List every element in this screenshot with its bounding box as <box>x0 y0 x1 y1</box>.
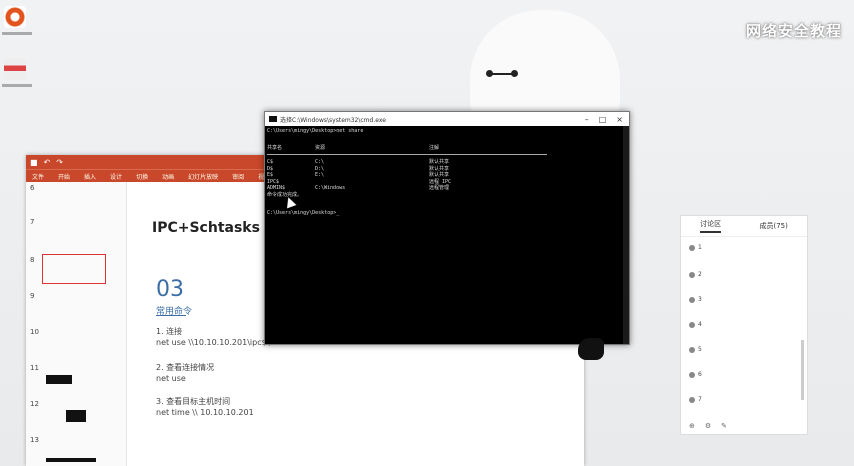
add-icon[interactable]: ⊕ <box>689 422 695 430</box>
edit-icon[interactable]: ✎ <box>721 422 727 430</box>
cmd-cell: ADMIN$ <box>267 185 286 191</box>
slide-number[interactable]: 6 <box>30 184 34 192</box>
desktop-app-icon[interactable] <box>4 6 26 28</box>
bullet-text[interactable]: 3. 查看目标主机时间 <box>156 396 230 407</box>
desktop-icon-label <box>2 32 32 35</box>
thumbnail-preview <box>46 458 96 462</box>
thumbnail-preview <box>46 375 72 384</box>
tab-members[interactable]: 成员(75) <box>759 221 787 231</box>
cmd-cell: D$ <box>267 165 274 172</box>
save-icon[interactable]: ■ <box>30 158 38 167</box>
redo-icon[interactable]: ↷ <box>56 158 63 167</box>
chat-item[interactable]: 5 <box>689 346 702 353</box>
cmd-header: 注解 <box>429 144 440 151</box>
cmd-titlebar[interactable]: 选择C:\Windows\system32\cmd.exe – □ × <box>265 112 629 126</box>
user-avatar-icon <box>689 371 695 378</box>
section-number[interactable]: 03 <box>156 277 184 302</box>
selected-slide-thumbnail[interactable] <box>42 254 106 284</box>
settings-icon[interactable]: ⚙ <box>705 422 711 430</box>
ribbon-tab[interactable]: 幻灯片放映 <box>188 172 218 181</box>
bullet-text[interactable]: net use \\10.10.10.201\ipc$ /u <box>156 338 277 347</box>
cmd-header: 资源 <box>315 144 326 151</box>
close-icon[interactable]: × <box>616 115 623 124</box>
slide-number[interactable]: 8 <box>30 256 34 264</box>
maximize-icon[interactable]: □ <box>599 115 607 124</box>
cmd-cell: IPC$ <box>267 178 280 185</box>
user-avatar-icon <box>689 244 695 251</box>
chat-item[interactable]: 3 <box>689 296 702 303</box>
minimize-icon[interactable]: – <box>585 115 589 124</box>
watermark-text: 网络安全教程 <box>745 22 842 40</box>
cmd-prompt[interactable]: C:\Users\mingy\Desktop>_ <box>267 210 625 217</box>
bullet-text[interactable]: net use <box>156 374 186 383</box>
bullet-text[interactable]: 2. 查看连接情况 <box>156 362 214 373</box>
cmd-window[interactable]: 选择C:\Windows\system32\cmd.exe – □ × C:\U… <box>264 111 630 345</box>
slide-number[interactable]: 7 <box>30 218 34 226</box>
ribbon-tab[interactable]: 审阅 <box>232 172 244 181</box>
bullet-text[interactable]: 1. 连接 <box>156 326 182 337</box>
chat-item[interactable]: 4 <box>689 321 702 328</box>
user-avatar-icon <box>689 346 695 353</box>
ribbon-tab[interactable]: 插入 <box>84 172 96 181</box>
user-avatar-icon <box>689 396 695 403</box>
hand-silhouette <box>578 338 604 360</box>
chat-side-panel[interactable]: 讨论区 成员(75) 1 2 3 4 5 6 7 ⊕ ⚙ ✎ <box>680 215 808 435</box>
slide-number[interactable]: 9 <box>30 292 34 300</box>
wallpaper-line <box>491 73 513 75</box>
ribbon-tab[interactable]: 开始 <box>58 172 70 181</box>
subtitle-underline <box>156 315 186 316</box>
undo-icon[interactable]: ↶ <box>44 158 51 167</box>
cmd-cell: E$ <box>267 172 274 178</box>
slide-number[interactable]: 12 <box>30 400 39 408</box>
ribbon-tab[interactable]: 设计 <box>110 172 122 181</box>
side-scrollbar[interactable] <box>801 340 804 400</box>
slide-number[interactable]: 13 <box>30 436 39 444</box>
chat-item[interactable]: 1 <box>689 244 702 251</box>
slide-thumbnails[interactable]: 6 7 8 9 10 11 12 13 <box>26 182 127 466</box>
ribbon-tab[interactable]: 切换 <box>136 172 148 181</box>
cmd-header-row: 共享名 资源 注解 <box>267 145 625 152</box>
chat-item[interactable]: 6 <box>689 371 702 378</box>
cmd-header: 共享名 <box>267 144 283 151</box>
cmd-icon <box>269 116 277 122</box>
side-footer: ⊕ ⚙ ✎ <box>689 422 799 430</box>
chat-item[interactable]: 7 <box>689 396 702 403</box>
user-avatar-icon <box>689 296 695 303</box>
user-avatar-icon <box>689 321 695 328</box>
cmd-scrollbar[interactable] <box>623 126 629 344</box>
ribbon-tab[interactable]: 文件 <box>32 172 44 181</box>
chat-item[interactable]: 2 <box>689 271 702 278</box>
thumbnail-preview <box>66 410 86 422</box>
cmd-title: 选择C:\Windows\system32\cmd.exe <box>280 116 386 124</box>
cmd-separator <box>267 154 547 155</box>
desktop-icon-label <box>2 84 32 87</box>
desktop-shortcut-icon[interactable] <box>4 58 26 80</box>
user-avatar-icon <box>689 271 695 278</box>
slide-number[interactable]: 11 <box>30 364 39 372</box>
ribbon-tab[interactable]: 动画 <box>162 172 174 181</box>
slide-title[interactable]: IPC+Schtasks <box>142 208 260 236</box>
cmd-cell: C$ <box>267 159 274 165</box>
slide-number[interactable]: 10 <box>30 328 39 336</box>
bullet-text[interactable]: net time \\ 10.10.10.201 <box>156 408 254 417</box>
tab-discussion[interactable]: 讨论区 <box>700 219 722 233</box>
cmd-output[interactable]: C:\Users\mingy\Desktop>net share 共享名 资源 … <box>267 128 625 344</box>
